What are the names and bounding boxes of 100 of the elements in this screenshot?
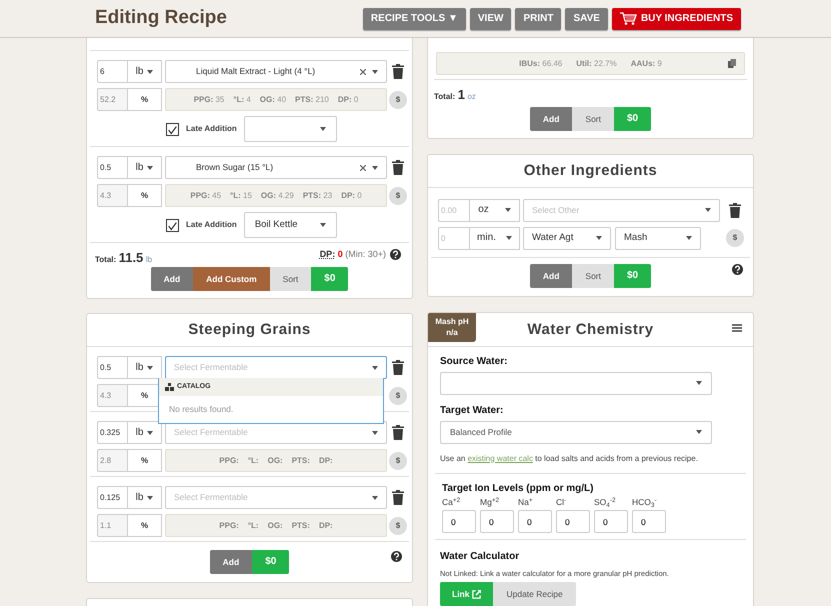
- ion-field[interactable]: 0: [480, 510, 514, 534]
- unit-dropdown[interactable]: lb: [128, 60, 162, 83]
- caret-icon: [320, 223, 326, 227]
- amount-field[interactable]: 0.00: [438, 198, 470, 222]
- action-button[interactable]: Sort: [270, 267, 312, 291]
- add-button[interactable]: Add: [150, 267, 194, 291]
- checkbox[interactable]: [166, 218, 179, 232]
- ion-heading: Target Ion Levels (ppm or mg/L): [442, 483, 594, 496]
- cost-button[interactable]: $: [389, 386, 407, 404]
- time-unit-dropdown[interactable]: min.: [470, 226, 520, 250]
- checkbox[interactable]: [166, 122, 179, 136]
- use-select[interactable]: Mash: [615, 226, 701, 250]
- ion-label: Na$^{+}$: [518, 497, 534, 508]
- trash-icon[interactable]: [392, 425, 404, 440]
- stat-text: OG:: [268, 520, 283, 530]
- percent-field[interactable]: 4.3: [97, 184, 128, 207]
- ion-field[interactable]: 0: [632, 510, 666, 534]
- caret-icon: [372, 430, 378, 434]
- stat-text: OG: 40: [260, 94, 286, 104]
- ion-field[interactable]: 0: [556, 510, 590, 534]
- cost-button[interactable]: $: [389, 452, 407, 470]
- add-button[interactable]: Add: [530, 264, 572, 288]
- ingredient-select[interactable]: Brown Sugar (15 °L): [165, 156, 387, 179]
- add-button[interactable]: Add: [530, 106, 572, 131]
- cost-button[interactable]: $: [389, 516, 407, 534]
- caret-icon: [696, 381, 702, 386]
- help-text: Use an existing water calc to load salts and acids from a previous recipe.: [440, 454, 699, 464]
- toolbar-button[interactable]: PRINT: [515, 8, 562, 30]
- cost-button[interactable]: $: [389, 186, 407, 204]
- help-icon[interactable]: [391, 551, 402, 562]
- ion-label: Ca$^{+2}$: [442, 497, 462, 508]
- section-title: Steeping Grains: [87, 314, 412, 347]
- late-addition-label: Late Addition: [186, 124, 237, 134]
- trash-icon[interactable]: [392, 64, 404, 79]
- field-label: Source Water:: [440, 356, 508, 368]
- unit-dropdown[interactable]: lb: [128, 156, 162, 179]
- trash-icon[interactable]: [392, 160, 404, 175]
- ion-field[interactable]: 0: [442, 510, 476, 534]
- amount-field[interactable]: 0.325: [97, 421, 128, 444]
- add-button[interactable]: Add: [210, 550, 252, 574]
- menu-icon[interactable]: [732, 324, 742, 332]
- cost-button[interactable]: $: [726, 229, 744, 248]
- amount-field[interactable]: 0.5: [97, 356, 128, 379]
- ion-label: Mg$^{+2}$: [480, 497, 500, 508]
- stat-text: PPG:: [219, 520, 239, 530]
- percent-field[interactable]: 1.1: [97, 514, 128, 537]
- help-icon[interactable]: [732, 264, 743, 275]
- copy-icon[interactable]: [728, 59, 736, 68]
- ion-field[interactable]: 0: [518, 510, 552, 534]
- type-select[interactable]: Water Agt: [523, 226, 611, 250]
- percent-field[interactable]: 2.8: [97, 449, 128, 472]
- unit-dropdown[interactable]: lb: [128, 486, 162, 509]
- add-custom-button[interactable]: Add Custom: [193, 267, 270, 291]
- trash-icon[interactable]: [392, 490, 404, 505]
- water-calc-link[interactable]: existing water calc: [468, 454, 533, 463]
- help-icon[interactable]: [390, 249, 401, 260]
- caret-icon: [372, 166, 378, 170]
- amount-field[interactable]: 0.125: [97, 486, 128, 509]
- time-field[interactable]: 0: [438, 226, 470, 250]
- external-link-icon: [472, 590, 482, 599]
- unit-dropdown[interactable]: oz: [470, 198, 520, 222]
- amount-field[interactable]: 6: [97, 60, 128, 83]
- caret-icon: [506, 236, 512, 240]
- percent-label: %: [128, 184, 162, 207]
- action-button[interactable]: Sort: [572, 264, 614, 288]
- unit-dropdown[interactable]: lb: [128, 356, 162, 379]
- cart-icon: [620, 12, 637, 25]
- toolbar-button[interactable]: SAVE: [565, 8, 608, 30]
- caret-icon: [147, 70, 154, 74]
- close-icon[interactable]: [360, 164, 366, 170]
- stat-text: PPG: 35: [194, 94, 224, 104]
- stat-text: DP: 0: [341, 190, 362, 200]
- toolbar-button[interactable]: RECIPE TOOLS ▼: [362, 8, 466, 30]
- target-water-select[interactable]: Balanced Profile: [440, 420, 712, 444]
- stat-text: OG: 4.29: [260, 190, 294, 200]
- caret-icon: [705, 208, 711, 212]
- trash-icon[interactable]: [392, 360, 404, 375]
- stat-text: PTS: 23: [302, 190, 332, 200]
- stat-text: °L:: [248, 520, 259, 530]
- stat-text: PPG:: [219, 456, 239, 466]
- stat-text: °L: 4: [233, 94, 251, 104]
- cost-button[interactable]: $: [389, 90, 407, 108]
- amount-field[interactable]: 0.5: [97, 156, 128, 179]
- buy-ingredients-button[interactable]: BUY INGREDIENTS: [612, 8, 741, 30]
- ion-field[interactable]: 0: [594, 510, 628, 534]
- ingredient-select[interactable]: Liquid Malt Extract - Light (4 °L): [165, 60, 387, 83]
- caret-icon: [147, 166, 154, 170]
- percent-label: %: [128, 88, 162, 111]
- percent-label: %: [128, 449, 162, 472]
- percent-field[interactable]: 4.3: [97, 384, 128, 407]
- stage-select[interactable]: Boil Kettle: [244, 212, 337, 238]
- close-icon[interactable]: [360, 68, 366, 74]
- toolbar-button[interactable]: VIEW: [470, 8, 512, 30]
- action-button[interactable]: Update Recipe: [493, 582, 576, 606]
- stat-text: PTS: 210: [295, 94, 329, 104]
- action-button[interactable]: Sort: [572, 106, 614, 131]
- trash-icon[interactable]: [729, 202, 741, 218]
- unit-dropdown[interactable]: lb: [128, 421, 162, 444]
- percent-field[interactable]: 52.2: [97, 88, 128, 111]
- caret-icon: [696, 430, 702, 434]
